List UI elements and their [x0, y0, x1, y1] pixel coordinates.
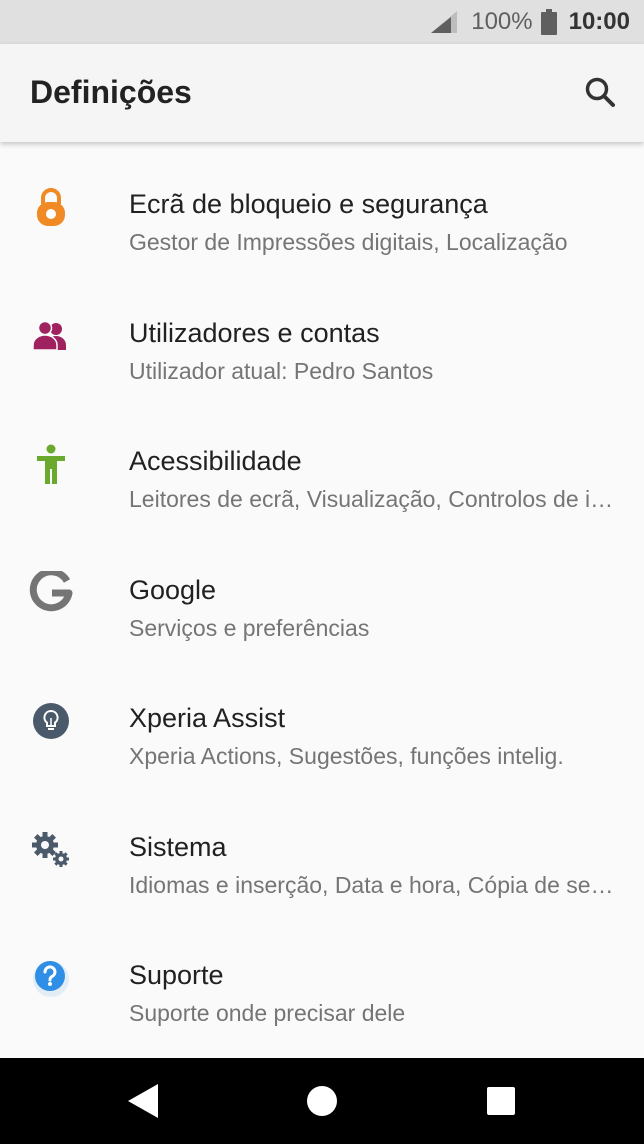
settings-item-support[interactable]: Suporte Suporte onde precisar dele: [0, 913, 644, 1042]
settings-item-title: Xperia Assist: [129, 703, 286, 733]
settings-item-subtitle: Serviços e preferências: [129, 614, 370, 641]
back-button[interactable]: [126, 1082, 160, 1125]
signal-icon: [431, 11, 458, 33]
settings-item-title: Google: [129, 574, 217, 605]
settings-item-users-accounts[interactable]: Utilizadores e contas Utilizador atual: …: [0, 271, 644, 400]
clock: 10:00: [568, 8, 630, 35]
settings-item-subtitle: Gestor de Impressões digitais, Localizaç…: [129, 229, 568, 255]
settings-item-title: Ecrã de bloqueio e segurança: [129, 189, 488, 219]
recents-button[interactable]: [487, 1087, 515, 1120]
settings-item-subtitle: Leitores de ecrã, Visualização, Controlo…: [129, 486, 624, 512]
navigation-bar: [0, 1058, 644, 1144]
battery-percent: 100%: [471, 8, 533, 35]
settings-item-google[interactable]: Google Serviços e preferências: [0, 528, 644, 657]
settings-item-xperia-assist[interactable]: Xperia Assist Xperia Actions, Sugestões,…: [0, 656, 644, 785]
settings-item-title: Acessibilidade: [129, 446, 302, 476]
accessibility-icon: [28, 441, 74, 487]
battery-icon: [540, 9, 557, 35]
gears-icon: [28, 827, 74, 873]
settings-item-title: Suporte: [129, 960, 224, 990]
page-title: Definições: [30, 74, 192, 110]
lightbulb-icon: [28, 698, 74, 744]
search-button[interactable]: [580, 72, 620, 112]
settings-item-title: Utilizadores e contas: [129, 317, 380, 348]
settings-item-lock-screen-security[interactable]: Ecrã de bloqueio e segurança Gestor de I…: [0, 142, 644, 271]
recents-icon: [487, 1087, 515, 1115]
settings-list: Ecrã de bloqueio e segurança Gestor de I…: [0, 142, 644, 1042]
help-icon: [28, 955, 74, 1001]
users-icon: [28, 313, 74, 359]
search-icon: [585, 77, 615, 107]
settings-item-system[interactable]: Sistema Idiomas e inserção, Data e hora,…: [0, 785, 644, 914]
lock-icon: [28, 184, 74, 230]
settings-item-subtitle: Suporte onde precisar dele: [129, 1000, 406, 1026]
home-icon: [307, 1086, 337, 1116]
settings-item-title: Sistema: [129, 831, 227, 862]
home-button[interactable]: [306, 1085, 338, 1122]
settings-item-subtitle: Utilizador atual: Pedro Santos: [129, 357, 434, 384]
settings-item-subtitle: Xperia Actions, Sugestões, funções intel…: [129, 743, 564, 769]
back-icon: [128, 1084, 158, 1118]
settings-item-accessibility[interactable]: Acessibilidade Leitores de ecrã, Visuali…: [0, 399, 644, 528]
settings-item-subtitle: Idiomas e inserção, Data e hora, Cópia d…: [129, 871, 624, 898]
google-icon: [28, 570, 74, 616]
app-bar: Definições: [0, 44, 644, 142]
status-bar: 100% 10:00: [0, 0, 644, 44]
